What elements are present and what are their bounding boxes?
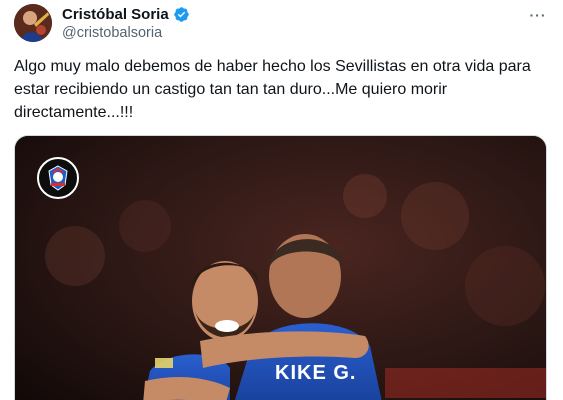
- tweet-card[interactable]: Cristóbal Soria @cristobalsoria ··· Algo…: [0, 0, 563, 400]
- jersey-name-text: KIKE G.: [275, 362, 356, 384]
- avatar-image: [14, 4, 52, 42]
- author-handle[interactable]: @cristobalsoria: [62, 25, 162, 41]
- more-options-button[interactable]: ···: [527, 4, 549, 26]
- more-horizontal-icon: ···: [529, 7, 547, 23]
- tweet-media-photo[interactable]: KIKE G.: [14, 135, 547, 400]
- author-display-name[interactable]: Cristóbal Soria: [62, 6, 169, 23]
- tweet-text: Algo muy malo debemos de haber hecho los…: [14, 58, 531, 121]
- photo-image: KIKE G.: [15, 136, 546, 400]
- watermark-logo-icon: [37, 157, 79, 199]
- author-avatar[interactable]: [14, 4, 52, 42]
- verified-badge-icon: [173, 6, 190, 23]
